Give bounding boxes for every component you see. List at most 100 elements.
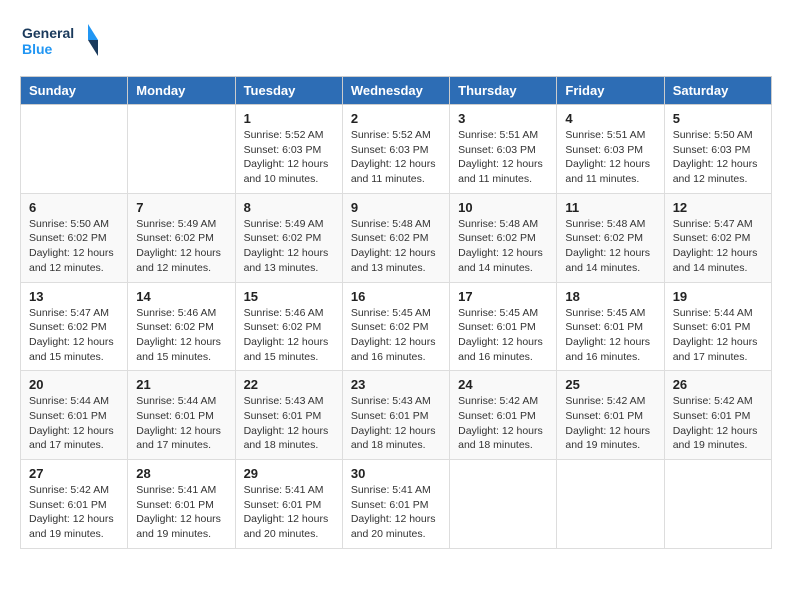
day-info: Sunrise: 5:41 AM Sunset: 6:01 PM Dayligh… (351, 483, 441, 542)
svg-text:Blue: Blue (22, 41, 53, 57)
day-info: Sunrise: 5:41 AM Sunset: 6:01 PM Dayligh… (244, 483, 334, 542)
calendar-cell: 20Sunrise: 5:44 AM Sunset: 6:01 PM Dayli… (21, 371, 128, 460)
calendar-header-row: SundayMondayTuesdayWednesdayThursdayFrid… (21, 77, 772, 105)
header: General Blue (20, 20, 772, 60)
day-info: Sunrise: 5:45 AM Sunset: 6:01 PM Dayligh… (458, 306, 548, 365)
day-number: 4 (565, 111, 655, 126)
day-info: Sunrise: 5:50 AM Sunset: 6:03 PM Dayligh… (673, 128, 763, 187)
calendar-cell: 15 Sunrise: 5:46 AM Sunset: 6:02 PM Dayli… (235, 282, 342, 371)
day-info: Sunrise: 5:48 AM Sunset: 6:02 PM Dayligh… (458, 217, 548, 276)
day-info: Sunrise: 5:42 AM Sunset: 6:01 PM Dayligh… (29, 483, 119, 542)
day-info: Sunrise: 5:51 AM Sunset: 6:03 PM Dayligh… (565, 128, 655, 187)
day-info: Sunrise: 5:49 AM Sunset: 6:02 PM Dayligh… (136, 217, 226, 276)
day-info: Sunrise: 5:42 AM Sunset: 6:01 PM Dayligh… (458, 394, 548, 453)
header-friday: Friday (557, 77, 664, 105)
day-number: 26 (673, 377, 763, 392)
calendar-cell: 18 Sunrise: 5:45 AM Sunset: 6:01 PM Dayli… (557, 282, 664, 371)
day-number: 10 (458, 200, 548, 215)
day-info: Sunrise: 5:52 AM Sunset: 6:03 PM Dayligh… (244, 128, 334, 187)
day-info: Sunrise: 5:48 AM Sunset: 6:02 PM Dayligh… (565, 217, 655, 276)
day-number: 18 (565, 289, 655, 304)
day-number: 24 (458, 377, 548, 392)
calendar-cell: 1 Sunrise: 5:52 AM Sunset: 6:03 PM Daylig… (235, 105, 342, 194)
day-number: 19 (673, 289, 763, 304)
calendar-week-5: 27 Sunrise: 5:42 AM Sunset: 6:01 PM Dayli… (21, 460, 772, 549)
day-number: 25 (565, 377, 655, 392)
calendar-cell: 5 Sunrise: 5:50 AM Sunset: 6:03 PM Daylig… (664, 105, 771, 194)
calendar-table: SundayMondayTuesdayWednesdayThursdayFrid… (20, 76, 772, 549)
svg-text:General: General (22, 25, 74, 41)
calendar-week-1: 1 Sunrise: 5:52 AM Sunset: 6:03 PM Daylig… (21, 105, 772, 194)
calendar-cell (128, 105, 235, 194)
header-wednesday: Wednesday (342, 77, 449, 105)
day-info: Sunrise: 5:45 AM Sunset: 6:01 PM Dayligh… (565, 306, 655, 365)
day-number: 6 (29, 200, 119, 215)
day-number: 29 (244, 466, 334, 481)
day-number: 1 (244, 111, 334, 126)
header-saturday: Saturday (664, 77, 771, 105)
day-number: 5 (673, 111, 763, 126)
day-number: 28 (136, 466, 226, 481)
calendar-cell: 17 Sunrise: 5:45 AM Sunset: 6:01 PM Dayli… (450, 282, 557, 371)
day-number: 9 (351, 200, 441, 215)
calendar-cell: 13 Sunrise: 5:47 AM Sunset: 6:02 PM Dayli… (21, 282, 128, 371)
day-info: Sunrise: 5:49 AM Sunset: 6:02 PM Dayligh… (244, 217, 334, 276)
day-info: Sunrise: 5:46 AM Sunset: 6:02 PM Dayligh… (136, 306, 226, 365)
day-number: 11 (565, 200, 655, 215)
calendar-cell: 14 Sunrise: 5:46 AM Sunset: 6:02 PM Dayli… (128, 282, 235, 371)
calendar-cell (664, 460, 771, 549)
calendar-cell (21, 105, 128, 194)
day-number: 15 (244, 289, 334, 304)
calendar-cell: 30 Sunrise: 5:41 AM Sunset: 6:01 PM Dayli… (342, 460, 449, 549)
calendar-cell: 11 Sunrise: 5:48 AM Sunset: 6:02 PM Dayli… (557, 193, 664, 282)
calendar-cell (450, 460, 557, 549)
header-thursday: Thursday (450, 77, 557, 105)
day-number: 2 (351, 111, 441, 126)
calendar-week-3: 13 Sunrise: 5:47 AM Sunset: 6:02 PM Dayli… (21, 282, 772, 371)
calendar-cell: 16Sunrise: 5:45 AM Sunset: 6:02 PM Dayli… (342, 282, 449, 371)
day-number: 12 (673, 200, 763, 215)
calendar-week-4: 20 Sunrise: 5:44 AM Sunset: 6:01 PM Dayli… (21, 371, 772, 460)
calendar-cell: 4 Sunrise: 5:51 AM Sunset: 6:03 PM Daylig… (557, 105, 664, 194)
calendar-cell: 6 Sunrise: 5:50 AM Sunset: 6:02 PM Daylig… (21, 193, 128, 282)
day-info: Sunrise: 5:43 AM Sunset: 6:01 PM Dayligh… (244, 394, 334, 453)
day-info: Sunrise: 5:43 AM Sunset: 6:01 PM Dayligh… (351, 394, 441, 453)
day-number: 13 (29, 289, 119, 304)
header-tuesday: Tuesday (235, 77, 342, 105)
day-number: 27 (29, 466, 119, 481)
calendar-cell: 10 Sunrise: 5:48 AM Sunset: 6:02 PM Dayli… (450, 193, 557, 282)
day-number: 7 (136, 200, 226, 215)
day-info: Sunrise: 5:44 AM Sunset: 6:01 PM Dayligh… (673, 306, 763, 365)
day-info: Sunrise: 5:41 AM Sunset: 6:01 PM Dayligh… (136, 483, 226, 542)
calendar-cell: 7 Sunrise: 5:49 AM Sunset: 6:02 PM Daylig… (128, 193, 235, 282)
day-number: 17 (458, 289, 548, 304)
calendar-cell: 24 Sunrise: 5:42 AM Sunset: 6:01 PM Dayli… (450, 371, 557, 460)
calendar-cell: 3Sunrise: 5:51 AM Sunset: 6:03 PM Daylig… (450, 105, 557, 194)
day-info: Sunrise: 5:52 AM Sunset: 6:03 PM Dayligh… (351, 128, 441, 187)
day-info: Sunrise: 5:44 AM Sunset: 6:01 PM Dayligh… (136, 394, 226, 453)
day-number: 30 (351, 466, 441, 481)
calendar-cell: 22Sunrise: 5:43 AM Sunset: 6:01 PM Dayli… (235, 371, 342, 460)
day-number: 3 (458, 111, 548, 126)
logo-svg: General Blue (20, 20, 100, 60)
day-info: Sunrise: 5:46 AM Sunset: 6:02 PM Dayligh… (244, 306, 334, 365)
calendar-week-2: 6 Sunrise: 5:50 AM Sunset: 6:02 PM Daylig… (21, 193, 772, 282)
calendar-cell: 25 Sunrise: 5:42 AM Sunset: 6:01 PM Dayli… (557, 371, 664, 460)
day-number: 23 (351, 377, 441, 392)
calendar-cell: 29 Sunrise: 5:41 AM Sunset: 6:01 PM Dayli… (235, 460, 342, 549)
day-number: 14 (136, 289, 226, 304)
day-info: Sunrise: 5:42 AM Sunset: 6:01 PM Dayligh… (565, 394, 655, 453)
calendar-cell: 21 Sunrise: 5:44 AM Sunset: 6:01 PM Dayli… (128, 371, 235, 460)
day-number: 21 (136, 377, 226, 392)
logo: General Blue (20, 20, 100, 60)
calendar-cell: 28 Sunrise: 5:41 AM Sunset: 6:01 PM Dayli… (128, 460, 235, 549)
header-sunday: Sunday (21, 77, 128, 105)
day-info: Sunrise: 5:47 AM Sunset: 6:02 PM Dayligh… (29, 306, 119, 365)
calendar-cell: 2 Sunrise: 5:52 AM Sunset: 6:03 PM Daylig… (342, 105, 449, 194)
day-number: 20 (29, 377, 119, 392)
calendar-cell: 19 Sunrise: 5:44 AM Sunset: 6:01 PM Dayli… (664, 282, 771, 371)
calendar-cell: 23 Sunrise: 5:43 AM Sunset: 6:01 PM Dayli… (342, 371, 449, 460)
calendar-cell: 8Sunrise: 5:49 AM Sunset: 6:02 PM Daylig… (235, 193, 342, 282)
calendar-cell: 26Sunrise: 5:42 AM Sunset: 6:01 PM Dayli… (664, 371, 771, 460)
day-info: Sunrise: 5:50 AM Sunset: 6:02 PM Dayligh… (29, 217, 119, 276)
